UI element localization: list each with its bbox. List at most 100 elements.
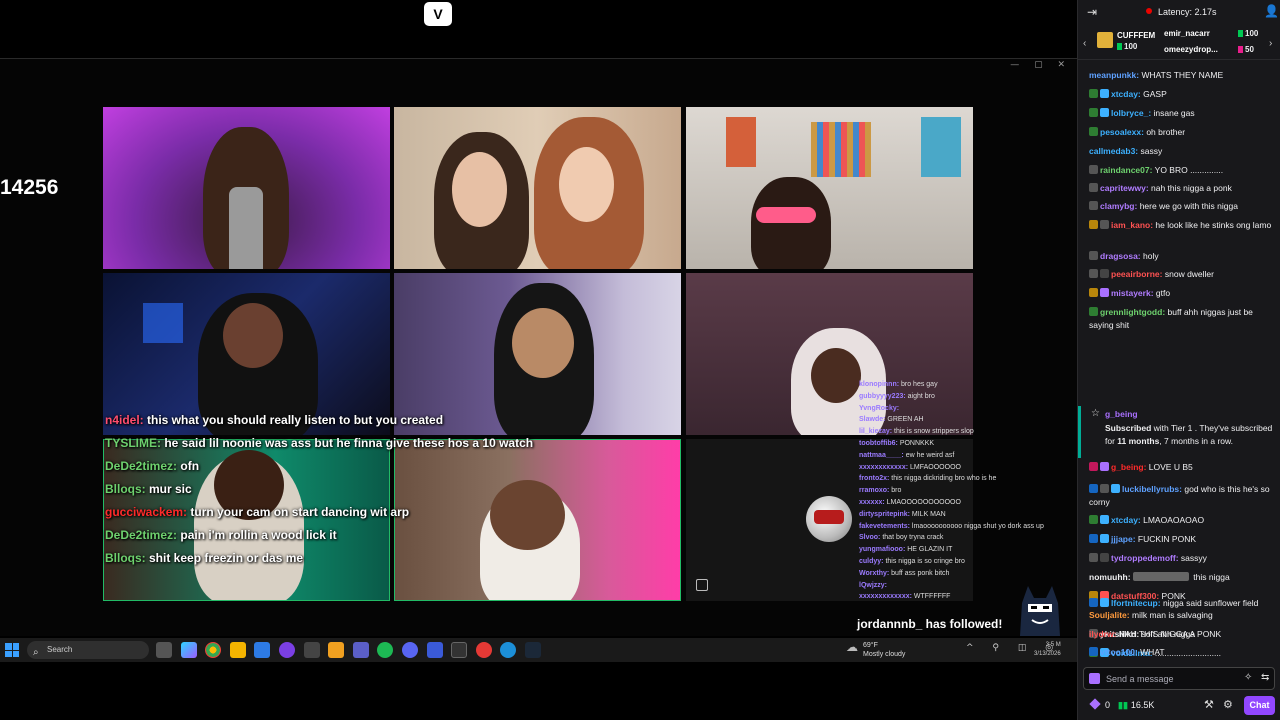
- pokeball-emote: [806, 496, 852, 542]
- app-icon[interactable]: [475, 642, 492, 658]
- teams-icon[interactable]: [352, 642, 369, 658]
- chat-message: raindance07: YO BRO ..............: [1089, 164, 1275, 177]
- channel-points[interactable]: 0: [1089, 698, 1110, 710]
- chevron-right-icon[interactable]: ›: [1269, 38, 1272, 49]
- chat-message: peeairborne: snow dweller: [1089, 268, 1275, 281]
- taskbar-app-icons: [156, 642, 541, 658]
- mini-chat-line: Slawde: GREEN AH: [859, 416, 924, 424]
- app-icon[interactable]: [426, 642, 443, 658]
- mini-chat-line: fronto2x: this nigga dickriding bro who …: [859, 475, 997, 483]
- task-view-icon[interactable]: [156, 642, 172, 658]
- chat-message: Souljalite: milk man is salvaging: [1089, 610, 1213, 620]
- chat-message: mistayerk: gtfo: [1089, 287, 1275, 300]
- badge-icon: [1100, 89, 1109, 98]
- chat-message: meanpunkk: WHATS THEY NAME: [1089, 70, 1224, 80]
- headphones: [756, 207, 816, 223]
- emote-icon: [1132, 572, 1189, 581]
- chat-send-button[interactable]: Chat: [1244, 696, 1275, 715]
- taskbar-search[interactable]: ⌕ Search: [27, 641, 149, 659]
- app-icon[interactable]: [500, 642, 517, 658]
- chat-message: clamybg: here we go with this nigga: [1089, 200, 1275, 213]
- store-icon[interactable]: [254, 642, 271, 658]
- chrome-icon[interactable]: [205, 642, 222, 658]
- badge-icon: [1089, 251, 1098, 260]
- weather-widget[interactable]: ☁ 69°F Mostly cloudy: [846, 641, 905, 659]
- follow-alert: jordannnb_ has followed!: [857, 617, 1003, 631]
- app-logo[interactable]: V: [424, 2, 452, 26]
- badge-icon: [1100, 288, 1109, 297]
- fullscreen-icon[interactable]: [696, 579, 708, 591]
- overlay-chat-line: DeDe2timez: ofn: [105, 459, 200, 473]
- copilot-icon[interactable]: [180, 642, 197, 658]
- wall-art: [811, 122, 871, 177]
- chat-message: dragsosa: holy: [1089, 250, 1275, 263]
- badge-icon: [1100, 108, 1109, 117]
- badge-icon: [1089, 269, 1098, 278]
- file-explorer-icon[interactable]: [229, 642, 246, 658]
- app-icon[interactable]: [278, 642, 295, 658]
- app-icon[interactable]: [328, 642, 345, 658]
- video-tile-4: [103, 273, 390, 435]
- moderation-icon[interactable]: ⚒: [1204, 698, 1214, 711]
- wall-art: [921, 117, 961, 177]
- collapse-chat-icon[interactable]: ⇥: [1087, 5, 1097, 19]
- chat-panel: ⇥ Latency: 2.17s 👤 ‹ CUFFFEM 100 emir_na…: [1077, 0, 1280, 720]
- steam-icon[interactable]: [524, 642, 541, 658]
- chevron-left-icon[interactable]: ‹: [1083, 38, 1086, 49]
- send-message-input[interactable]: [1106, 671, 1236, 686]
- monitor-glow: [143, 303, 183, 343]
- app-icon[interactable]: [303, 642, 320, 658]
- badge-icon: [1111, 484, 1120, 493]
- translate-icon[interactable]: ⇆: [1261, 672, 1269, 683]
- gift-icon: [1097, 32, 1113, 48]
- app-icon[interactable]: [451, 642, 468, 658]
- badge-icon: [1089, 201, 1098, 210]
- badge-icon: [1089, 288, 1098, 297]
- mini-chat-line: Slvoo: that boy tryna crack: [859, 534, 944, 542]
- bits-balance[interactable]: ▮▮ 16.5K: [1118, 700, 1154, 711]
- chat-message: tydroppedemoff: sassyy: [1089, 552, 1275, 565]
- spotify-icon[interactable]: [377, 642, 394, 658]
- subscription-notice: ☆ g_being Subscribed with Tier 1 . They'…: [1078, 406, 1280, 458]
- chat-message: capritewwy: nah this nigga a ponk: [1089, 182, 1275, 195]
- star-icon: ☆: [1091, 408, 1100, 419]
- overlay-chat: n4idel: this what you should really list…: [105, 412, 685, 573]
- chat-message: callmedab3: sassy: [1089, 146, 1163, 156]
- badge-icon: [1100, 269, 1109, 278]
- overlay-chat-line: Blloqs: mur sic: [105, 482, 192, 496]
- badge-icon: [1089, 553, 1098, 562]
- window-controls[interactable]: — ▢ ✕: [1010, 60, 1071, 70]
- chat-message: vttoo100: WHAT: [1089, 646, 1275, 659]
- windows-start-icon[interactable]: [5, 643, 19, 657]
- sparkle-icon[interactable]: ✧: [1244, 672, 1252, 683]
- badge-icon: [1089, 598, 1098, 607]
- badge-icon: [1089, 220, 1098, 229]
- taskbar-clock[interactable]: 3:5 M 3/13/2026: [1034, 641, 1061, 659]
- chat-header: ⇥ Latency: 2.17s 👤: [1078, 0, 1280, 24]
- live-dot-icon: [1146, 8, 1152, 14]
- emote-picker-icon[interactable]: [1089, 673, 1100, 684]
- gear-icon[interactable]: ⚙: [1223, 698, 1233, 711]
- leaderboard-row: omeezydrop... 50: [1164, 45, 1254, 54]
- chat-message: lfortnitecup: nigga said sunflower field: [1089, 597, 1275, 610]
- gift-leaderboard: ‹ CUFFFEM 100 emir_nacarr 100 omeezydrop…: [1078, 26, 1280, 60]
- badge-icon: [1100, 598, 1109, 607]
- leaderboard-row: emir_nacarr 100: [1164, 29, 1259, 38]
- chat-message: ilydrw: NAH THIS NIGGA A PONK: [1089, 629, 1222, 639]
- badge-icon: [1100, 515, 1109, 524]
- badge-icon: [1089, 183, 1098, 192]
- chat-message: grennlightgodd: buff ahh niggas just be …: [1089, 307, 1253, 330]
- mini-chat-line: dirtyspritepink: MILK MAN: [859, 510, 946, 518]
- chat-message: iam_kano: he look like he stinks ong lam…: [1089, 219, 1275, 232]
- badge-icon: [1100, 484, 1109, 493]
- community-icon[interactable]: 👤: [1264, 4, 1279, 18]
- chat-message: jjjape: FUCKIN PONK: [1089, 533, 1275, 546]
- overlay-chat-line: DeDe2timez: pain i'm rollin a wood lick …: [105, 528, 337, 542]
- search-icon: ⌕: [33, 647, 39, 658]
- discord-icon[interactable]: [401, 642, 418, 658]
- badge-icon: [1089, 484, 1098, 493]
- chat-message: xtcday: LMAOAOAOAO: [1089, 514, 1275, 527]
- mini-chat-line: fakevetements: lmaoooooooooo nigga shut …: [859, 522, 1044, 530]
- bits-icon: [1117, 43, 1122, 50]
- windows-taskbar: ⌕ Search ☁ 69°F Mostly cloudy ^ ⚲ ◫ ◎ 3:…: [0, 638, 1077, 662]
